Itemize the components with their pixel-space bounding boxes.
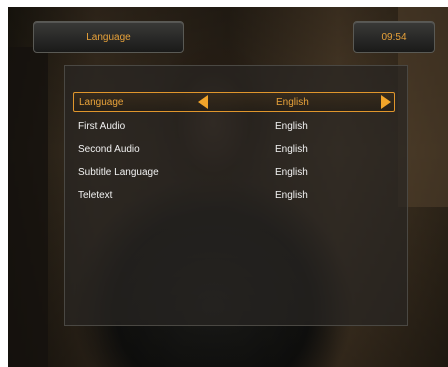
setting-label: Second Audio <box>78 143 140 155</box>
setting-row-subtitle-language[interactable]: Subtitle Language English <box>73 163 394 181</box>
setting-row-second-audio[interactable]: Second Audio English <box>73 140 394 158</box>
video-decor-left <box>8 47 48 367</box>
setting-label: First Audio <box>78 120 126 132</box>
setting-label: Language <box>79 96 124 108</box>
setting-value: English <box>275 120 308 132</box>
clock-box: 09:54 <box>353 21 435 53</box>
setting-row-language[interactable]: Language English <box>73 92 395 112</box>
menu-title: Language <box>86 31 131 43</box>
setting-value: English <box>275 143 308 155</box>
left-arrow-icon[interactable] <box>198 95 208 109</box>
settings-panel: Language English First Audio English Sec… <box>64 65 408 326</box>
setting-row-teletext[interactable]: Teletext English <box>73 186 394 204</box>
setting-row-first-audio[interactable]: First Audio English <box>73 117 394 135</box>
setting-label: Subtitle Language <box>78 166 159 178</box>
right-arrow-icon[interactable] <box>381 95 391 109</box>
setting-value: English <box>276 96 309 108</box>
setting-value: English <box>275 189 308 201</box>
menu-title-box: Language <box>33 21 184 53</box>
setting-value: English <box>275 166 308 178</box>
clock-time: 09:54 <box>381 31 407 43</box>
setting-label: Teletext <box>78 189 113 201</box>
